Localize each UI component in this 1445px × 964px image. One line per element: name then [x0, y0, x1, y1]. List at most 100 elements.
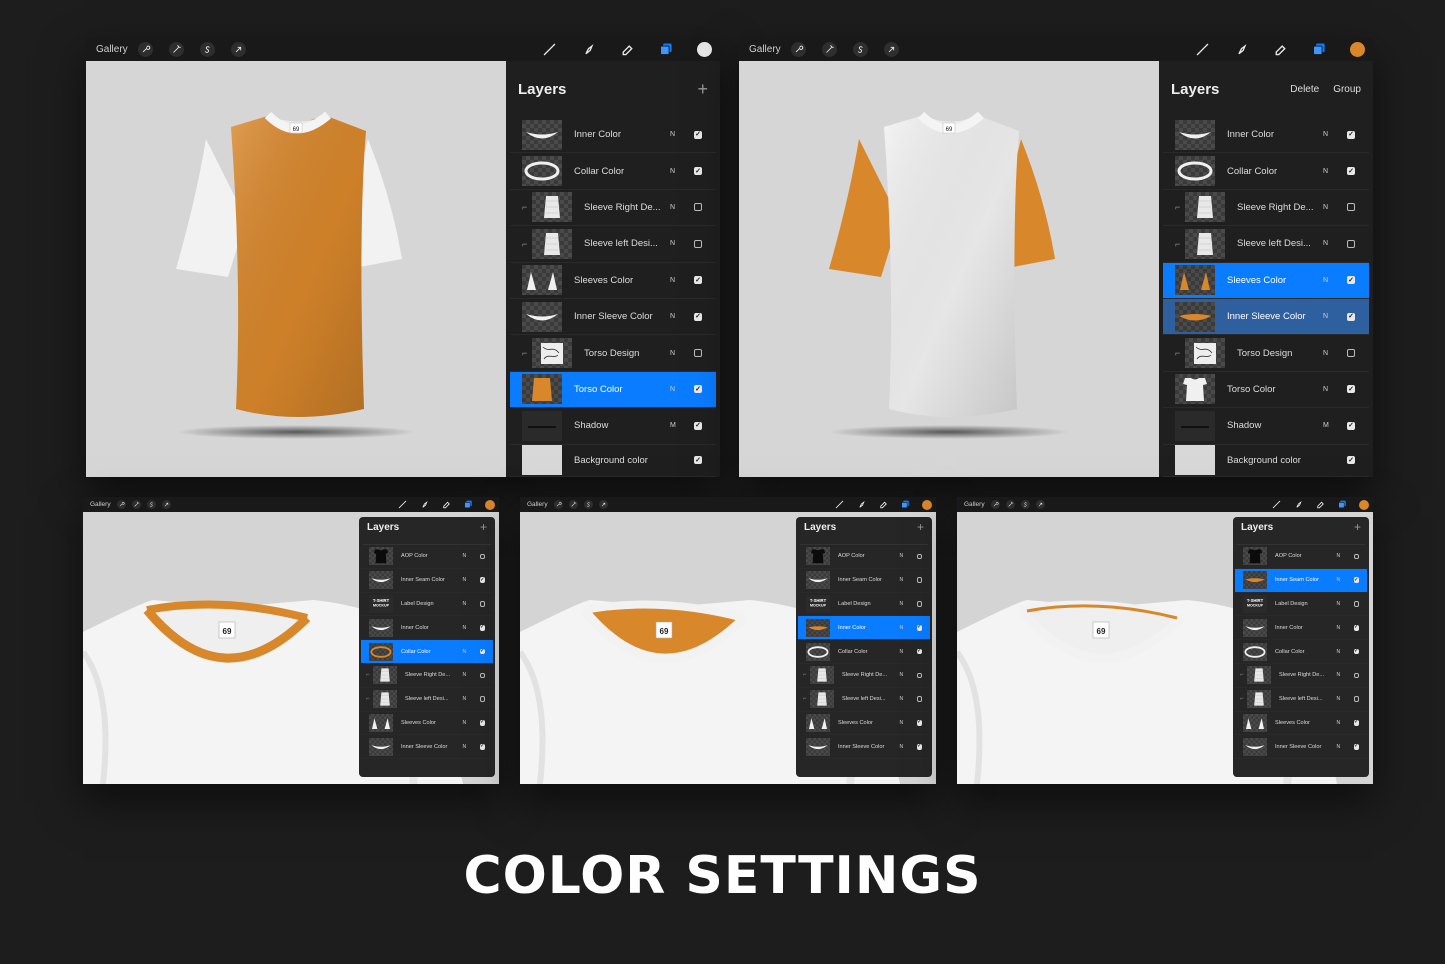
visibility-checkbox[interactable]: ✓ [694, 276, 702, 285]
selection-icon[interactable] [852, 42, 868, 57]
blend-mode[interactable]: N [1323, 131, 1331, 138]
visibility-checkbox[interactable]: ✓ [1347, 385, 1355, 394]
visibility-checkbox[interactable] [916, 553, 922, 560]
visibility-checkbox[interactable]: ✓ [1353, 625, 1359, 631]
brush-icon[interactable] [541, 41, 558, 58]
visibility-checkbox[interactable]: ✓ [479, 625, 485, 631]
blend-mode[interactable]: N [463, 744, 471, 750]
visibility-checkbox[interactable]: ✓ [694, 130, 702, 139]
blend-mode[interactable]: N [1323, 350, 1331, 357]
layer-row[interactable]: Background color ✓ [1163, 445, 1369, 477]
layer-row[interactable]: Background color ✓ [510, 445, 716, 477]
brush-icon[interactable] [397, 499, 408, 510]
smudge-icon[interactable] [1293, 499, 1304, 510]
visibility-checkbox[interactable]: ✓ [1347, 421, 1355, 430]
visibility-checkbox[interactable]: ✓ [1353, 649, 1359, 655]
add-layer-icon[interactable]: + [480, 520, 487, 534]
visibility-checkbox[interactable]: ✓ [1353, 744, 1359, 750]
layer-row[interactable]: ⌐ Sleeve left Desi... N [510, 226, 716, 263]
layer-row[interactable]: ⌐ Sleeve Right De... N [361, 664, 493, 688]
gallery-button[interactable]: Gallery [749, 44, 781, 55]
layer-row[interactable]: Inner Color N ✓ [798, 616, 930, 641]
visibility-checkbox[interactable]: ✓ [1353, 577, 1359, 583]
visibility-checkbox[interactable] [1353, 601, 1359, 607]
visibility-checkbox[interactable] [479, 672, 485, 679]
visibility-checkbox[interactable]: ✓ [916, 720, 922, 726]
blend-mode[interactable]: N [900, 696, 908, 702]
brush-icon[interactable] [834, 499, 845, 510]
add-layer-icon[interactable]: + [697, 79, 708, 100]
layer-row[interactable]: AOP Color N [798, 545, 930, 569]
blend-mode[interactable]: N [1337, 649, 1345, 655]
blend-mode[interactable]: N [1323, 313, 1331, 320]
visibility-checkbox[interactable]: ✓ [916, 744, 922, 750]
adjustments-icon[interactable] [168, 42, 184, 57]
blend-mode[interactable]: N [670, 386, 678, 393]
blend-mode[interactable]: N [670, 131, 678, 138]
color-swatch[interactable] [922, 499, 932, 510]
layer-row[interactable]: ⌐ Sleeve Right De... N [1163, 190, 1369, 227]
layer-row[interactable]: ⌐ Sleeve left Desi... N [798, 688, 930, 712]
blend-mode[interactable]: N [1337, 577, 1345, 583]
blend-mode[interactable]: N [463, 577, 471, 583]
smudge-icon[interactable] [419, 499, 430, 510]
visibility-checkbox[interactable] [1347, 239, 1355, 248]
visibility-checkbox[interactable] [1353, 672, 1359, 679]
visibility-checkbox[interactable] [1353, 696, 1359, 702]
visibility-checkbox[interactable] [694, 239, 702, 248]
layer-row[interactable]: ⌐ Torso Design N [1163, 335, 1369, 372]
transform-icon[interactable] [230, 42, 246, 57]
eraser-icon[interactable] [441, 499, 452, 510]
layer-row[interactable]: Sleeves Color N ✓ [1163, 262, 1369, 299]
visibility-checkbox[interactable] [916, 672, 922, 679]
visibility-checkbox[interactable] [1347, 349, 1355, 358]
blend-mode[interactable]: N [1323, 168, 1331, 175]
layer-row[interactable]: AOP Color N [1235, 545, 1367, 569]
layer-row[interactable]: T-SHIRT MOCKUP Label Design N [798, 593, 930, 617]
blend-mode[interactable]: N [1323, 204, 1331, 211]
adjustments-icon[interactable] [131, 500, 141, 509]
blend-mode[interactable]: N [900, 553, 908, 559]
blend-mode[interactable]: N [900, 601, 908, 607]
blend-mode[interactable]: N [900, 744, 908, 750]
wrench-icon[interactable] [990, 500, 1000, 509]
blend-mode[interactable]: N [1337, 553, 1345, 559]
visibility-checkbox[interactable] [916, 577, 922, 583]
layer-row[interactable]: Sleeves Color N ✓ [361, 712, 493, 736]
layer-row[interactable]: Inner Color N ✓ [1235, 616, 1367, 641]
blend-mode[interactable]: N [670, 277, 678, 284]
layer-row[interactable]: Sleeves Color N ✓ [798, 712, 930, 736]
blend-mode[interactable]: N [670, 350, 678, 357]
layer-row[interactable]: Inner Seam Color N [798, 569, 930, 593]
color-swatch[interactable] [697, 42, 712, 57]
layer-row[interactable]: Inner Seam Color N ✓ [361, 569, 493, 593]
eraser-icon[interactable] [1315, 499, 1326, 510]
blend-mode[interactable]: M [1323, 422, 1331, 429]
layer-row[interactable]: Inner Sleeve Color N ✓ [1235, 735, 1367, 760]
layer-row[interactable]: Inner Color N ✓ [361, 616, 493, 641]
layer-row[interactable]: Collar Color N ✓ [798, 640, 930, 664]
color-swatch[interactable] [1359, 499, 1369, 510]
visibility-checkbox[interactable]: ✓ [694, 167, 702, 176]
layer-row[interactable]: Sleeves Color N ✓ [510, 263, 716, 299]
blend-mode[interactable]: N [900, 720, 908, 726]
visibility-checkbox[interactable] [1353, 553, 1359, 560]
layers-icon[interactable] [1311, 41, 1328, 58]
blend-mode[interactable]: N [1337, 601, 1345, 607]
selection-icon[interactable] [199, 42, 215, 57]
transform-icon[interactable] [883, 42, 899, 57]
blend-mode[interactable]: N [463, 553, 471, 559]
visibility-checkbox[interactable]: ✓ [1353, 720, 1359, 726]
selection-icon[interactable] [1020, 500, 1030, 509]
blend-mode[interactable]: N [670, 168, 678, 175]
visibility-checkbox[interactable] [916, 601, 922, 607]
artwork-canvas[interactable]: 69 [86, 61, 506, 477]
brush-icon[interactable] [1194, 41, 1211, 58]
layers-icon[interactable] [658, 41, 675, 58]
gallery-button[interactable]: Gallery [96, 44, 128, 55]
layer-row[interactable]: ⌐ Sleeve left Desi... N [361, 688, 493, 712]
layer-row[interactable]: Inner Seam Color N ✓ [1235, 568, 1367, 593]
visibility-checkbox[interactable]: ✓ [694, 456, 702, 465]
eraser-icon[interactable] [878, 499, 889, 510]
blend-mode[interactable]: M [670, 422, 678, 429]
